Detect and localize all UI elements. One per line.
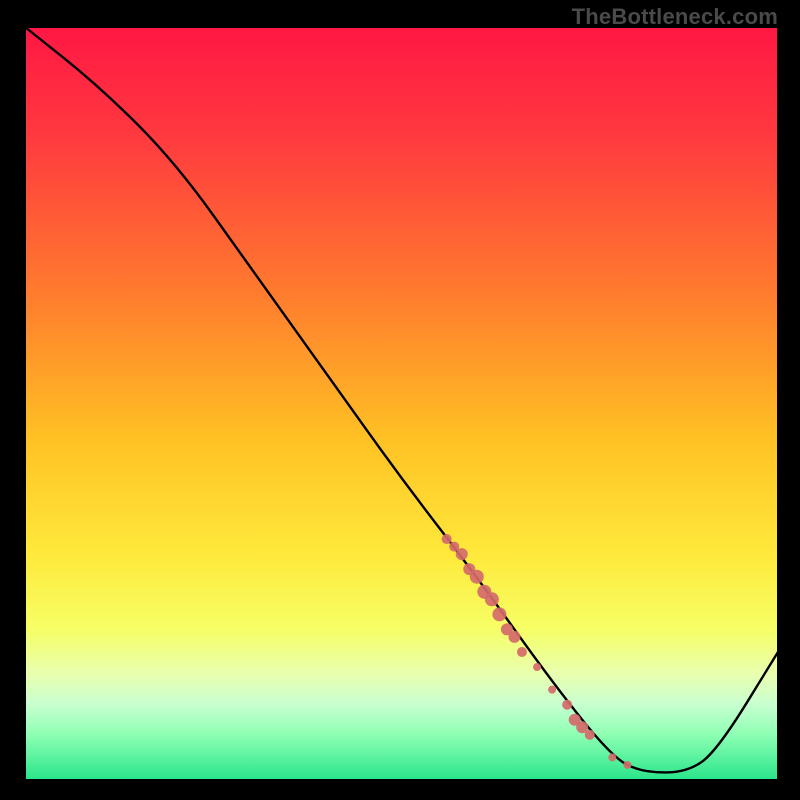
scatter-point [442, 534, 452, 544]
scatter-point [456, 548, 468, 560]
bottleneck-chart [0, 0, 800, 800]
chart-container: TheBottleneck.com [0, 0, 800, 800]
scatter-point [562, 700, 572, 710]
scatter-point [517, 647, 527, 657]
scatter-point [585, 730, 595, 740]
scatter-point [608, 753, 616, 761]
scatter-point [508, 631, 520, 643]
scatter-point [492, 607, 506, 621]
scatter-point [623, 761, 631, 769]
scatter-point [470, 570, 484, 584]
scatter-point [548, 686, 556, 694]
scatter-point [485, 592, 499, 606]
scatter-point [533, 663, 541, 671]
watermark-text: TheBottleneck.com [572, 4, 778, 30]
plot-background [25, 27, 778, 780]
